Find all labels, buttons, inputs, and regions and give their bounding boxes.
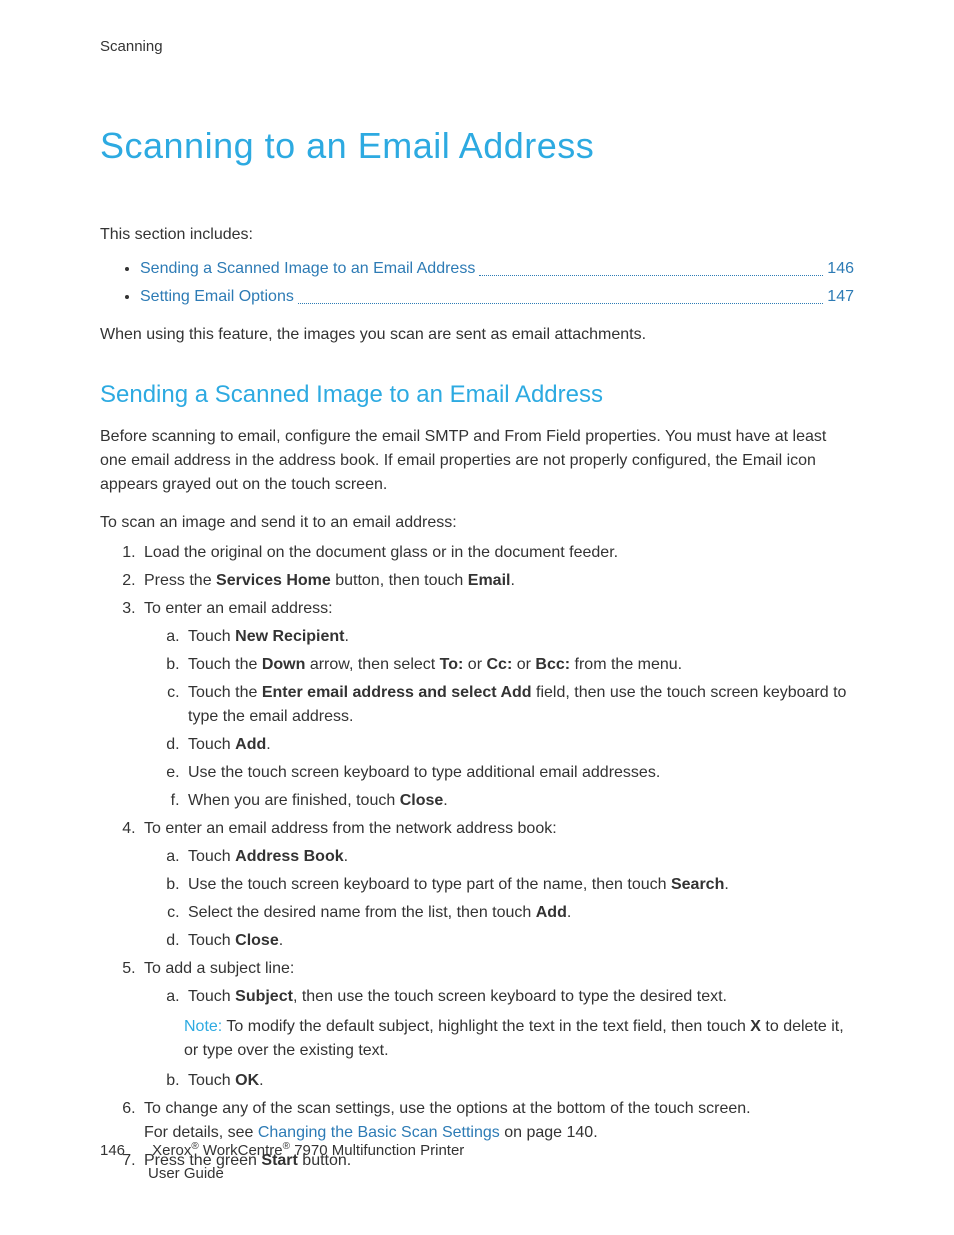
toc-page-number: 147	[827, 285, 854, 309]
toc-leader	[298, 285, 823, 304]
substep-item: Use the touch screen keyboard to type ad…	[184, 761, 854, 785]
substep-item: Touch New Recipient.	[184, 625, 854, 649]
section-label: Scanning	[100, 36, 854, 59]
footer-page-number: 146	[100, 1140, 148, 1163]
toc-item: Sending a Scanned Image to an Email Addr…	[140, 257, 854, 281]
includes-label: This section includes:	[100, 223, 854, 247]
note-label: Note:	[184, 1018, 222, 1035]
section-heading: Sending a Scanned Image to an Email Addr…	[100, 377, 854, 413]
toc-list: Sending a Scanned Image to an Email Addr…	[100, 257, 854, 309]
step-item: To enter an email address: Touch New Rec…	[140, 597, 854, 813]
substep-item: Touch the Enter email address and select…	[184, 681, 854, 729]
toc-link-sending-scanned-image[interactable]: Sending a Scanned Image to an Email Addr…	[140, 257, 475, 281]
substep-item: Touch Subject, then use the touch screen…	[184, 985, 854, 1009]
step-item: Press the Services Home button, then tou…	[140, 569, 854, 593]
substep-item: Touch Add.	[184, 733, 854, 757]
toc-link-setting-email-options[interactable]: Setting Email Options	[140, 285, 294, 309]
note-paragraph: Note: To modify the default subject, hig…	[184, 1015, 854, 1063]
section-paragraph: Before scanning to email, configure the …	[100, 425, 854, 497]
substep-item: Touch the Down arrow, then select To: or…	[184, 653, 854, 677]
steps-list: Load the original on the document glass …	[100, 541, 854, 1173]
substeps-list: Touch OK.	[144, 1069, 854, 1093]
substeps-list: Touch New Recipient. Touch the Down arro…	[144, 625, 854, 813]
substep-item: Use the touch screen keyboard to type pa…	[184, 873, 854, 897]
substep-item: Touch OK.	[184, 1069, 854, 1093]
footer-brand: Xerox® WorkCentre® 7970 Multifunction Pr…	[152, 1142, 464, 1159]
page-footer: 146 Xerox® WorkCentre® 7970 Multifunctio…	[100, 1139, 464, 1185]
substeps-list: Touch Address Book. Use the touch screen…	[144, 845, 854, 953]
substeps-list: Touch Subject, then use the touch screen…	[144, 985, 854, 1009]
footer-subtitle: User Guide	[148, 1165, 224, 1182]
document-page: Scanning Scanning to an Email Address Th…	[0, 0, 954, 1235]
substep-item: Touch Address Book.	[184, 845, 854, 869]
substep-item: Select the desired name from the list, t…	[184, 901, 854, 925]
toc-item: Setting Email Options 147	[140, 285, 854, 309]
intro-paragraph: When using this feature, the images you …	[100, 323, 854, 347]
toc-page-number: 146	[827, 257, 854, 281]
step-item: To enter an email address from the netwo…	[140, 817, 854, 953]
step-item: Load the original on the document glass …	[140, 541, 854, 565]
section-paragraph: To scan an image and send it to an email…	[100, 511, 854, 535]
step-item: To change any of the scan settings, use …	[140, 1097, 854, 1145]
step-item: To add a subject line: Touch Subject, th…	[140, 957, 854, 1093]
toc-leader	[479, 257, 823, 276]
link-changing-basic-scan-settings[interactable]: Changing the Basic Scan Settings	[258, 1124, 500, 1141]
substep-item: Touch Close.	[184, 929, 854, 953]
substep-item: When you are finished, touch Close.	[184, 789, 854, 813]
page-title: Scanning to an Email Address	[100, 119, 854, 173]
